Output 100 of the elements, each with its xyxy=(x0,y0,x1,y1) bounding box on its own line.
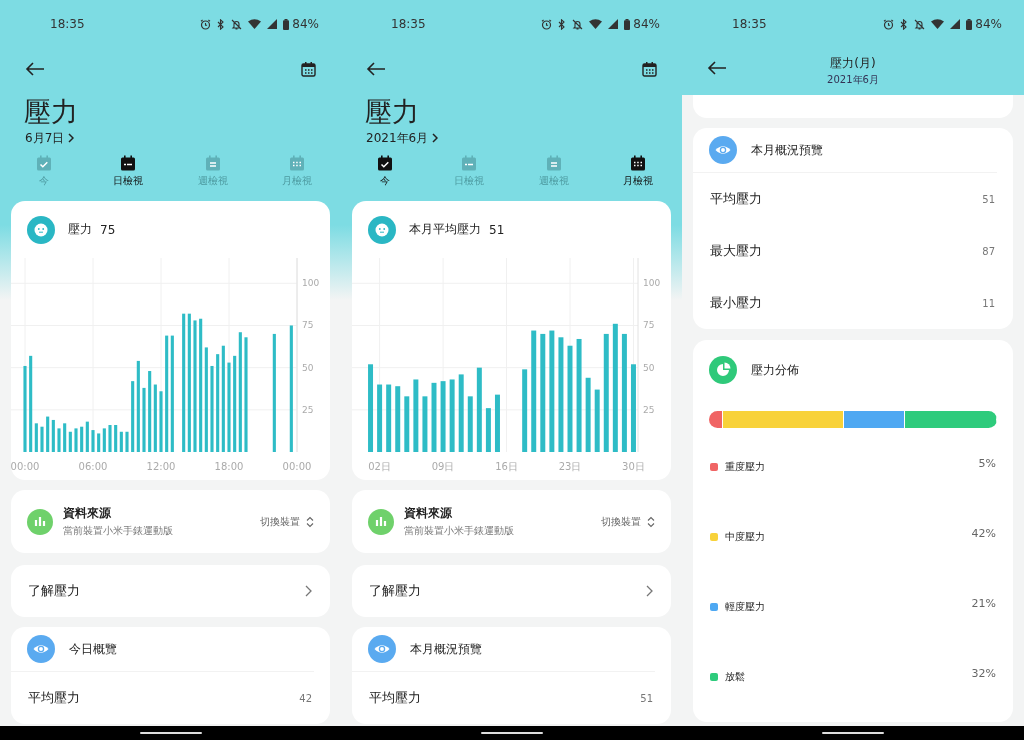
axis-label: 23日 xyxy=(558,461,582,472)
stat-value: 11 xyxy=(982,297,995,309)
overview-title: 本月概況預覽 xyxy=(751,141,823,159)
date-selector[interactable]: 6月7日 xyxy=(25,129,65,147)
page-title: 壓力 xyxy=(23,96,79,128)
source-title: 資料來源 xyxy=(404,505,453,522)
switch-device-button[interactable]: 切換裝置 xyxy=(260,514,314,529)
learn-stress-row[interactable]: 了解壓力 xyxy=(352,565,671,617)
legend-percent: 21% xyxy=(971,596,996,610)
eye-icon xyxy=(709,136,737,164)
back-icon[interactable] xyxy=(25,62,45,76)
overview-title: 今日概覽 xyxy=(69,640,117,658)
stat-label: 平均壓力 xyxy=(710,190,762,208)
axis-label: 75 xyxy=(302,320,314,331)
home-handle[interactable] xyxy=(139,732,202,734)
legend-label: 輕度壓力 xyxy=(725,600,766,614)
up-down-icon[interactable] xyxy=(306,515,314,528)
bar-chart-icon xyxy=(368,508,394,535)
wifi-icon xyxy=(931,19,945,29)
chevron-right-icon[interactable] xyxy=(432,133,439,143)
stat-value: 51 xyxy=(640,692,653,704)
chart-bar xyxy=(377,384,383,452)
distribution-title: 壓力分佈 xyxy=(751,361,799,379)
calendar-icon[interactable] xyxy=(377,155,394,171)
bluetooth-icon xyxy=(558,18,567,30)
home-handle[interactable] xyxy=(480,732,543,734)
alarm-icon xyxy=(200,18,212,30)
stat-value: 87 xyxy=(982,245,995,257)
bluetooth-icon xyxy=(217,18,226,30)
status-time: 18:35 xyxy=(391,17,426,31)
chart-bar xyxy=(386,384,392,452)
chart-bar xyxy=(440,381,446,452)
switch-device-button[interactable]: 切換裝置 xyxy=(601,514,655,529)
chevron-right-icon[interactable] xyxy=(646,585,653,597)
signal-icon xyxy=(950,19,961,29)
battery-level: 84% xyxy=(975,17,1002,31)
stress-value: 51 xyxy=(489,222,505,237)
back-icon[interactable] xyxy=(366,62,386,76)
chevron-right-icon[interactable] xyxy=(68,133,75,143)
source-title: 資料來源 xyxy=(63,505,112,522)
chart-bar xyxy=(108,425,112,452)
learn-stress-row[interactable]: 了解壓力 xyxy=(11,565,330,617)
axis-label: 50 xyxy=(302,362,314,373)
chart-bar xyxy=(494,394,500,452)
stat-label: 平均壓力 xyxy=(28,689,80,707)
axis-label: 00:00 xyxy=(11,461,40,472)
stat-label: 最大壓力 xyxy=(710,242,762,260)
back-icon[interactable] xyxy=(707,61,727,75)
chart-bar xyxy=(74,428,78,452)
battery-icon xyxy=(283,18,290,30)
bell-off-icon xyxy=(914,18,926,30)
battery-level: 84% xyxy=(633,17,660,31)
chart-bar xyxy=(431,382,437,452)
view-tab[interactable]: 日檢視 xyxy=(86,155,171,195)
bell-off-icon xyxy=(572,18,584,30)
signal-icon xyxy=(608,19,619,29)
up-down-icon[interactable] xyxy=(647,515,655,528)
legend-label: 中度壓力 xyxy=(725,530,766,544)
home-handle[interactable] xyxy=(822,732,884,734)
chart-bar xyxy=(142,387,146,452)
page-title: 壓力 xyxy=(364,96,420,128)
chart-bar xyxy=(159,391,163,452)
battery-icon xyxy=(966,18,973,30)
stress-label: 壓力 xyxy=(68,221,92,238)
axis-label: 16日 xyxy=(495,461,518,472)
calendar-icon[interactable] xyxy=(642,61,657,77)
legend-label: 放鬆 xyxy=(725,670,746,684)
battery-level: 84% xyxy=(292,17,319,31)
face-icon xyxy=(368,215,396,244)
chart-bar xyxy=(40,426,44,452)
date-selector[interactable]: 2021年6月 xyxy=(366,129,429,147)
alarm-icon xyxy=(541,18,553,30)
axis-label: 18:00 xyxy=(214,461,244,472)
stat-value: 42 xyxy=(299,692,312,704)
axis-label: 12:00 xyxy=(146,461,176,472)
chart-bar xyxy=(467,396,473,452)
view-tab[interactable]: 今 xyxy=(343,155,428,195)
source-subtitle: 當前裝置小米手錶運動版 xyxy=(63,524,174,538)
eye-icon xyxy=(27,635,55,663)
source-subtitle: 當前裝置小米手錶運動版 xyxy=(404,524,515,538)
signal-icon xyxy=(267,19,278,29)
calendar-icon[interactable] xyxy=(120,155,137,171)
stat-label: 最小壓力 xyxy=(710,294,762,312)
wifi-icon xyxy=(589,19,603,29)
axis-label: 00:00 xyxy=(282,461,312,472)
chevron-right-icon[interactable] xyxy=(305,585,312,597)
chart-bar xyxy=(404,396,410,452)
header-title: 壓力(月) xyxy=(830,55,876,72)
axis-label: 02日 xyxy=(368,461,391,472)
chart-bar xyxy=(395,386,401,452)
chart-bar xyxy=(57,428,61,452)
axis-label: 25 xyxy=(302,404,314,415)
calendar-icon[interactable] xyxy=(629,155,646,171)
view-tab[interactable]: 月檢視 xyxy=(595,155,680,195)
axis-label: 75 xyxy=(643,320,655,331)
pie-chart-icon xyxy=(709,356,737,384)
stat-label: 平均壓力 xyxy=(369,689,421,707)
calendar-icon[interactable] xyxy=(301,61,316,77)
bluetooth-icon xyxy=(900,18,909,30)
status-time: 18:35 xyxy=(50,17,85,31)
